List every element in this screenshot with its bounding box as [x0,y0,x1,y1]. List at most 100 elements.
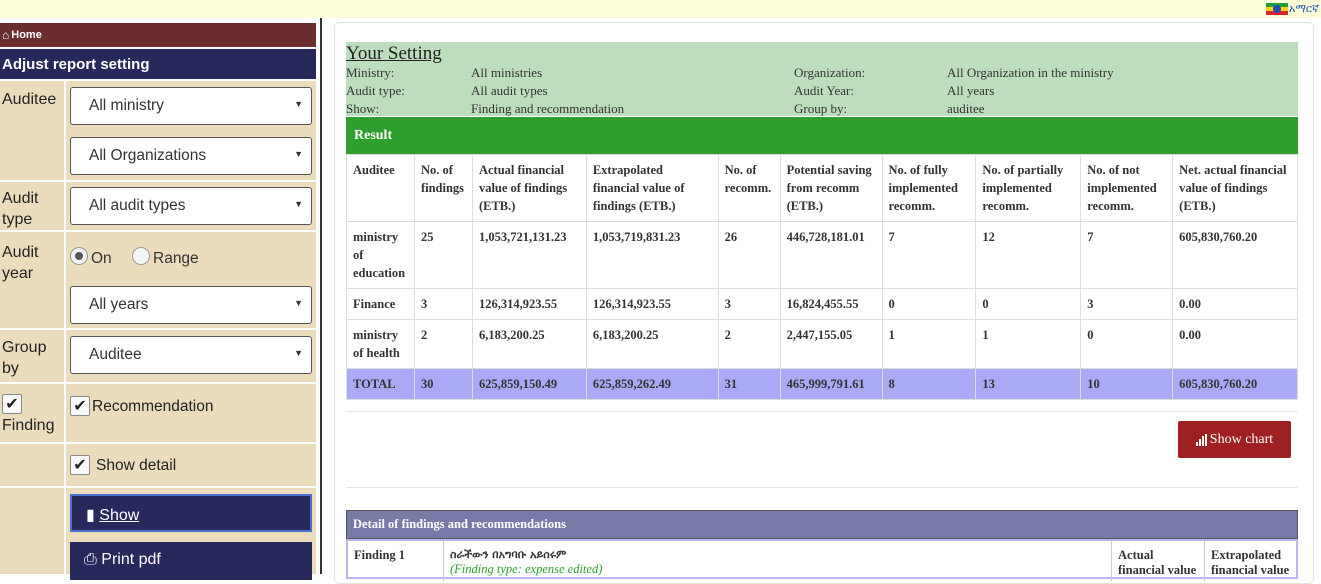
sidebar-title: Adjust report setting [0,49,316,79]
year-select-value: All years [89,296,149,313]
setting-summary: Your Setting Ministry: All ministries Au… [346,42,1298,116]
year-select[interactable]: All years ▼ [70,286,312,324]
show-value: Finding and recommendation [471,101,625,116]
radio-on[interactable] [70,247,88,265]
table-cell: 7 [1080,221,1174,289]
finding-description: ስራችውን በአግባቡ አይሰሩም (Finding type: expense… [444,541,1112,581]
extrapolated-value-header: Extrapolated financial value [1211,548,1290,577]
ministry-select[interactable]: All ministry ▼ [70,87,312,125]
book-icon: ▮ [86,507,95,524]
finding-type: (Finding type: expense edited) [450,562,603,576]
home-icon: ⌂ [2,28,10,42]
audit-type-key: Audit type: [346,83,405,98]
table-cell: 16,824,455.55 [779,288,883,320]
table-cell: 7 [881,221,977,289]
show-chart-button[interactable]: Show chart [1178,421,1291,458]
table-cell: 1,053,719,831.23 [585,221,719,289]
home-link[interactable]: ⌂ Home [0,23,316,47]
column-header: Auditee [346,154,415,222]
auditee-label: Auditee [0,81,64,180]
top-bar: አማርኛ [0,0,1321,18]
radio-range-label: Range [153,250,199,267]
table-cell: 446,728,181.01 [779,221,883,289]
show-button[interactable]: ▮ Show [70,494,312,532]
setting-title: Your Setting [346,43,442,64]
result-header-row: Auditee No. of findings Actual financial… [346,154,1298,222]
column-header: No. of findings [413,154,473,222]
radio-on-label: On [91,250,112,267]
show-detail-option: ✔ Show detail [70,455,176,475]
recommendation-option: ✔ Recommendation [70,396,213,416]
column-header: No. of fully implemented recomm. [881,154,977,222]
column-header: Extrapolated financial value of findings… [585,154,719,222]
audit-year-radio-group: On Range [70,247,199,268]
table-cell: 6,183,200.25 [471,319,587,369]
detail-row: Finding 1 ስራችውን በአግባቡ አይሰሩም (Finding typ… [346,539,1298,581]
group-by-select[interactable]: Auditee ▼ [70,336,312,374]
column-header: No. of not implemented recomm. [1080,154,1174,222]
audit-type-select[interactable]: All audit types ▼ [70,187,312,225]
finding-text: ስራችውን በአግባቡ አይሰሩም [450,548,567,561]
table-cell: Finance [346,288,415,320]
show-detail-checkbox[interactable]: ✔ [70,455,90,475]
table-cell: 2 [717,319,781,369]
column-header: No. of recomm. [717,154,781,222]
audit-type-value: All audit types [471,83,548,98]
language-label[interactable]: አማርኛ [1289,2,1319,16]
finding-cell: ✔ Finding [0,384,64,442]
table-cell: 126,314,923.55 [471,288,587,320]
table-cell: 605,830,760.20 [1172,368,1298,400]
home-label[interactable]: Home [11,29,42,41]
group-by-key: Group by: [794,101,848,116]
print-pdf-button[interactable]: ⎙ Print pdf [70,542,312,580]
radio-range[interactable] [132,247,150,265]
show-key: Show: [346,101,380,116]
table-cell: 3 [413,288,473,320]
chevron-down-icon: ▼ [294,99,303,109]
table-cell: 465,999,791.61 [779,368,883,400]
table-cell: 0 [881,288,977,320]
bar-chart-icon [1195,433,1208,446]
printer-icon: ⎙ [84,551,97,568]
print-pdf-label: Print pdf [101,551,161,568]
group-by-value: auditee [947,101,985,116]
table-cell: 30 [413,368,473,400]
organization-value: All Organization in the ministry [947,65,1114,80]
show-button-label: Show [99,507,140,524]
table-cell: ministry of education [346,221,415,289]
table-cell: 0.00 [1172,288,1298,320]
column-header: Potential saving from recomm (ETB.) [779,154,883,222]
organization-select[interactable]: All Organizations ▼ [70,137,312,175]
table-cell: 12 [975,221,1082,289]
recommendation-label: Recommendation [92,398,214,415]
organization-select-value: All Organizations [89,147,207,164]
group-by-select-value: Auditee [89,346,142,363]
table-cell: 6,183,200.25 [585,319,719,369]
show-chart-label: Show chart [1209,431,1274,447]
recommendation-checkbox[interactable]: ✔ [70,396,90,416]
table-row: Finance 3 126,314,923.55 126,314,923.55 … [346,288,1298,320]
table-cell: 2 [413,319,473,369]
table-cell: 25 [413,221,473,289]
ministry-value: All ministries [471,65,543,80]
finding-label: Finding [2,417,55,434]
ministry-key: Ministry: [346,65,395,80]
organization-key: Organization: [794,65,866,80]
table-cell: 605,830,760.20 [1172,221,1298,289]
ministry-select-value: All ministry [89,97,164,114]
column-header: No. of partially implemented recomm. [975,154,1082,222]
audit-year-key: Audit Year: [794,83,854,98]
finding-checkbox[interactable]: ✔ [2,394,22,414]
table-cell: 8 [881,368,977,400]
table-cell: TOTAL [346,368,415,400]
table-cell: 31 [717,368,781,400]
language-switch[interactable]: አማርኛ [1265,2,1319,16]
divider [346,487,1298,488]
detail-header: Detail of findings and recommendations [346,510,1298,539]
chevron-down-icon: ▼ [294,348,303,358]
table-cell: 0.00 [1172,319,1298,369]
table-cell: 2,447,155.05 [779,319,883,369]
buttons-spacer [0,488,64,574]
table-cell: 625,859,262.49 [585,368,719,400]
audit-type-select-value: All audit types [89,197,186,214]
